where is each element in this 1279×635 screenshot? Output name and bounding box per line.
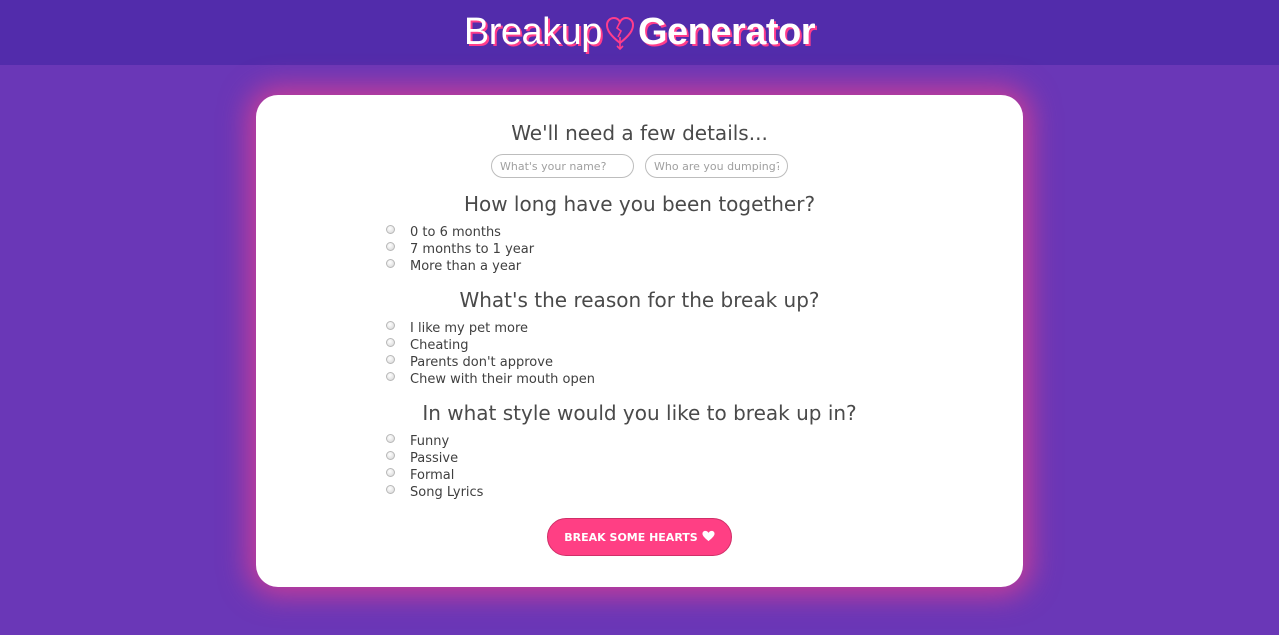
heart-with-arrow-icon bbox=[604, 15, 636, 51]
duration-options: 0 to 6 months 7 months to 1 year More th… bbox=[386, 224, 534, 275]
radio-button[interactable] bbox=[386, 433, 395, 443]
site-logo[interactable]: Breakup Generator bbox=[463, 11, 816, 54]
option-label: 0 to 6 months bbox=[410, 225, 501, 240]
radio-button[interactable] bbox=[386, 484, 395, 494]
style-option[interactable]: Passive bbox=[386, 450, 483, 467]
option-label: More than a year bbox=[410, 259, 522, 274]
header-bar: Breakup Generator bbox=[0, 0, 1279, 65]
radio-button[interactable] bbox=[386, 337, 395, 347]
break-some-hearts-button[interactable]: BREAK SOME HEARTS bbox=[547, 518, 732, 556]
radio-button[interactable] bbox=[386, 241, 395, 251]
option-label: Cheating bbox=[410, 338, 469, 353]
radio-button[interactable] bbox=[386, 258, 395, 268]
reason-option[interactable]: Cheating bbox=[386, 337, 595, 354]
radio-button[interactable] bbox=[386, 224, 395, 234]
radio-button[interactable] bbox=[386, 467, 395, 477]
submit-label: BREAK SOME HEARTS bbox=[564, 530, 698, 544]
radio-button[interactable] bbox=[386, 354, 395, 364]
radio-button[interactable] bbox=[386, 320, 395, 330]
form-card: We'll need a few details... How long hav… bbox=[256, 95, 1023, 587]
duration-option[interactable]: 0 to 6 months bbox=[386, 224, 534, 241]
option-label: 7 months to 1 year bbox=[410, 242, 535, 257]
style-option[interactable]: Funny bbox=[386, 433, 483, 450]
duration-option[interactable]: 7 months to 1 year bbox=[386, 241, 534, 258]
duration-heading: How long have you been together? bbox=[463, 192, 816, 216]
reason-heading: What's the reason for the break up? bbox=[459, 288, 820, 312]
reason-option[interactable]: Parents don't approve bbox=[386, 354, 595, 371]
option-label: Parents don't approve bbox=[410, 355, 553, 370]
style-options: Funny Passive Formal Song Lyrics bbox=[386, 433, 483, 501]
logo-text-generator: Generator bbox=[637, 11, 816, 53]
style-option[interactable]: Formal bbox=[386, 467, 483, 484]
reason-option[interactable]: Chew with their mouth open bbox=[386, 371, 595, 388]
radio-button[interactable] bbox=[386, 371, 395, 381]
heart-icon bbox=[702, 530, 715, 545]
dumping-input[interactable] bbox=[645, 154, 788, 178]
option-label: Formal bbox=[410, 468, 455, 483]
style-option[interactable]: Song Lyrics bbox=[386, 484, 483, 501]
name-input[interactable] bbox=[491, 154, 634, 178]
option-label: I like my pet more bbox=[410, 321, 529, 336]
duration-option[interactable]: More than a year bbox=[386, 258, 534, 275]
reason-options: I like my pet more Cheating Parents don'… bbox=[386, 320, 595, 388]
reason-option[interactable]: I like my pet more bbox=[386, 320, 595, 337]
logo-text-breakup: Breakup bbox=[463, 11, 603, 53]
option-label: Funny bbox=[410, 434, 450, 449]
details-heading: We'll need a few details... bbox=[511, 121, 768, 145]
radio-button[interactable] bbox=[386, 450, 395, 460]
option-label: Song Lyrics bbox=[410, 485, 484, 500]
option-label: Chew with their mouth open bbox=[410, 372, 595, 387]
details-inputs bbox=[256, 154, 1023, 178]
option-label: Passive bbox=[410, 451, 459, 466]
style-heading: In what style would you like to break up… bbox=[422, 401, 857, 425]
